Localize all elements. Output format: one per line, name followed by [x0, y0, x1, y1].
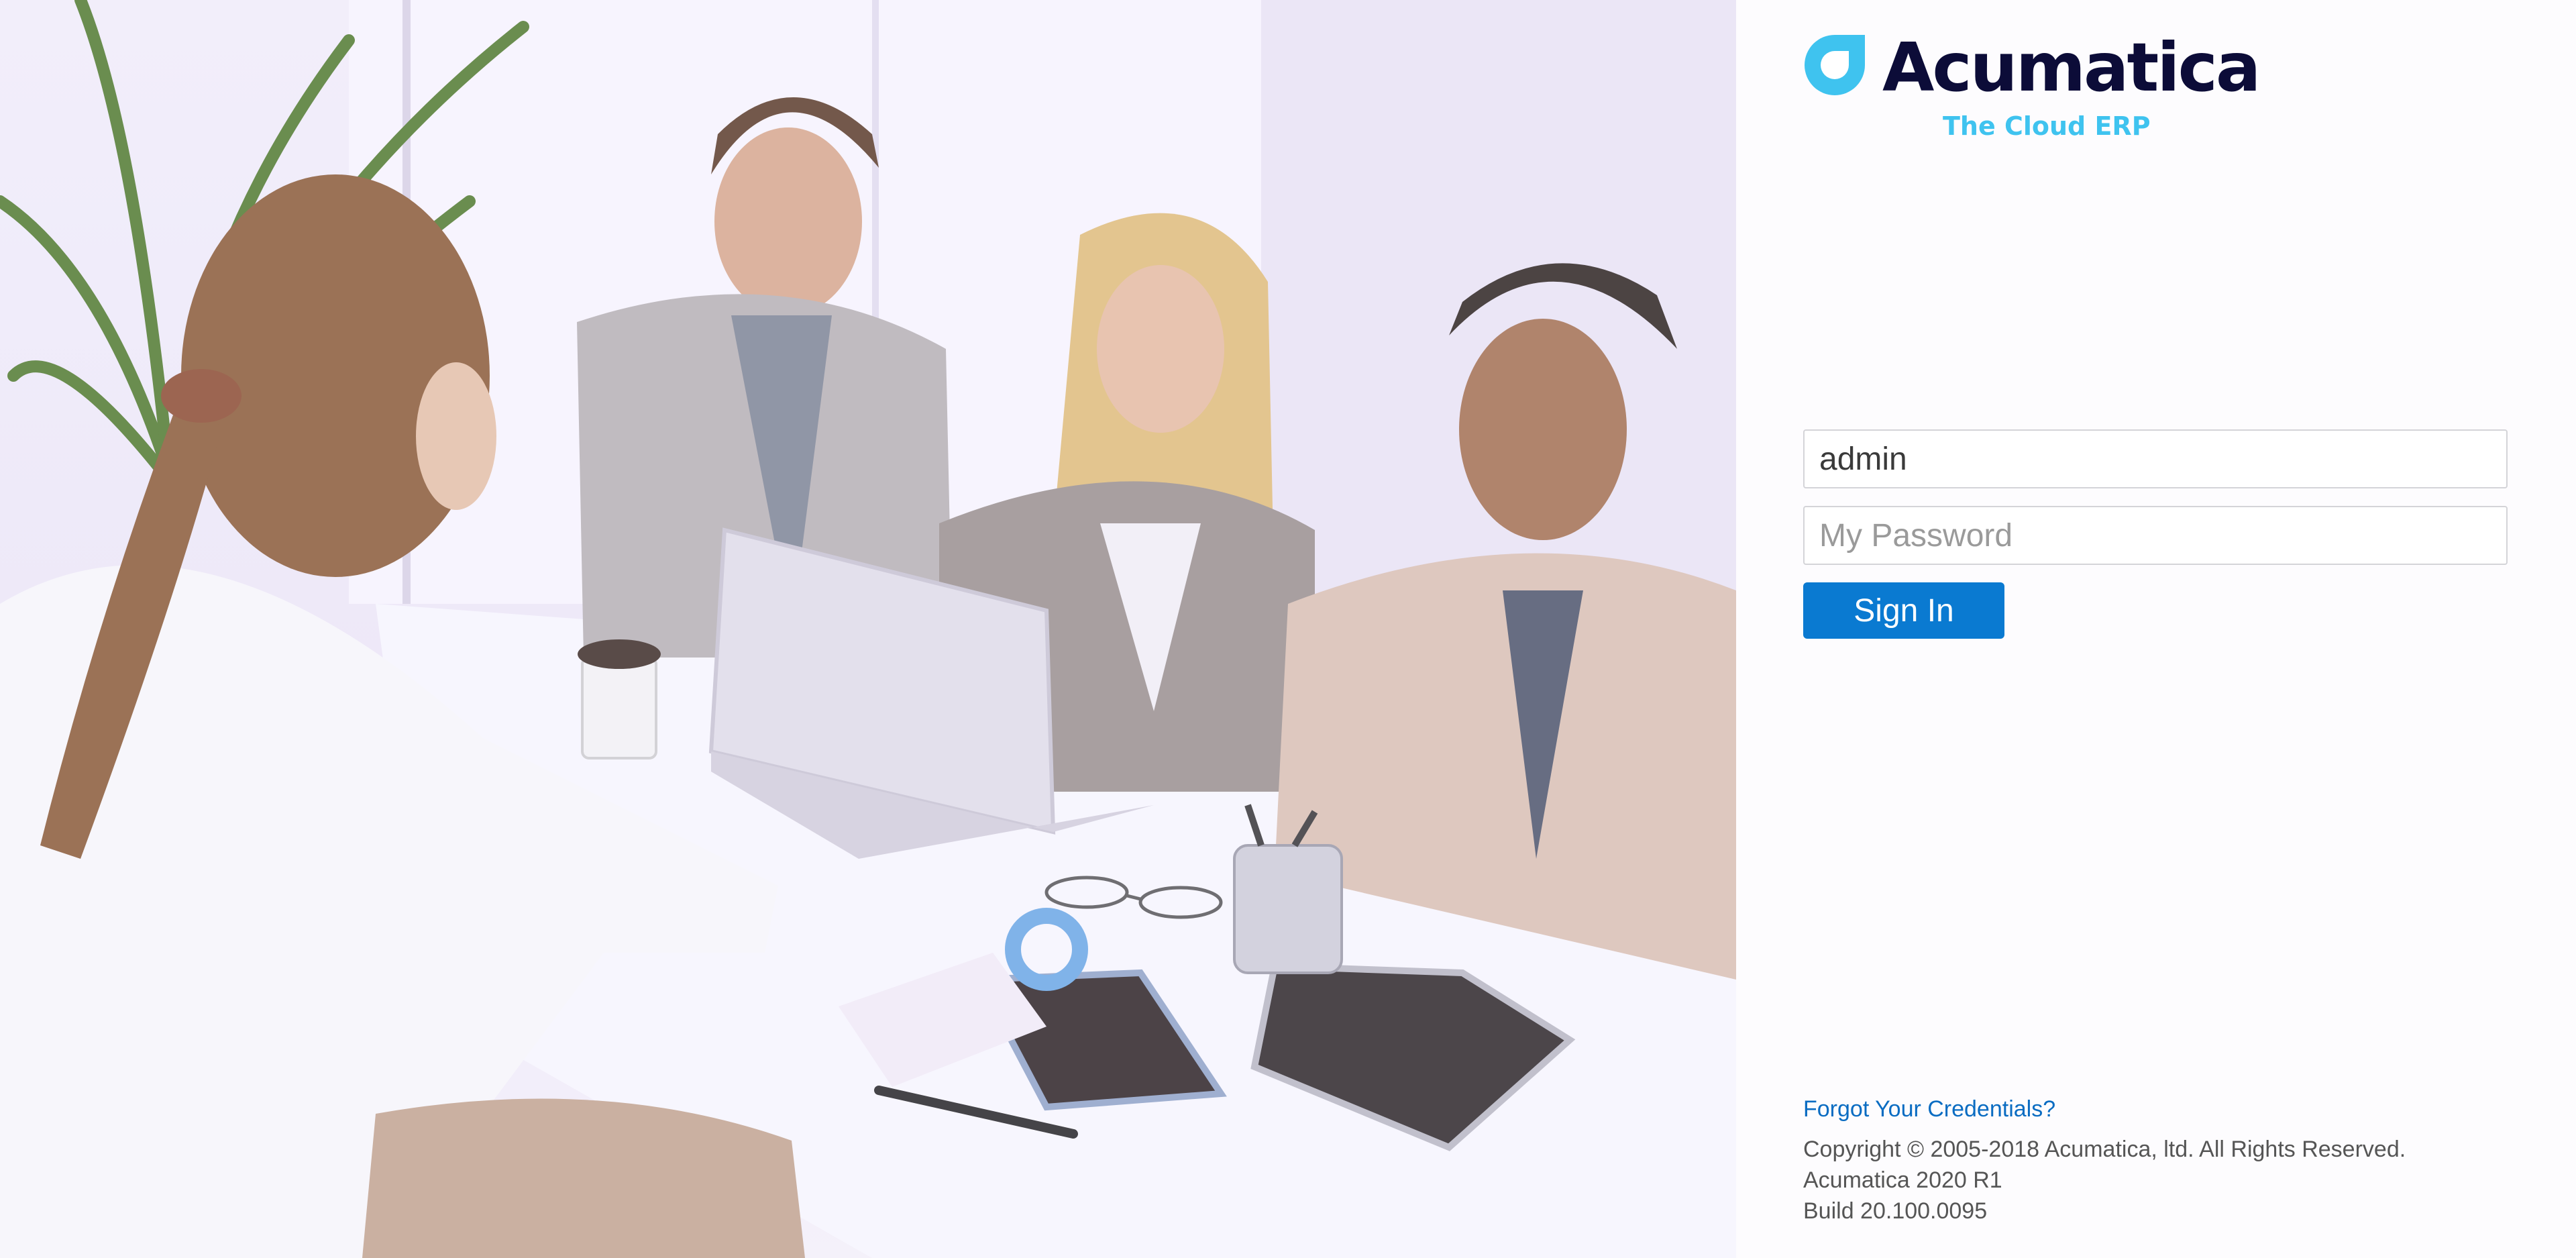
acumatica-logo-icon: [1805, 35, 1865, 95]
username-input[interactable]: [1803, 429, 2508, 488]
login-panel: Acumatica The Cloud ERP Sign In Forgot Y…: [1736, 0, 2576, 1258]
brand-logo: Acumatica The Cloud ERP: [1803, 28, 2261, 145]
photo-tint: [0, 0, 1736, 1258]
brand-name: Acumatica: [1882, 28, 2261, 107]
sign-in-button[interactable]: Sign In: [1803, 582, 2004, 639]
brand-tagline: The Cloud ERP: [1943, 111, 2151, 141]
photo-illustration: [0, 0, 1736, 1258]
build-text: Build 20.100.0095: [1803, 1198, 1988, 1224]
office-meeting-photo: [0, 0, 1736, 1258]
version-text: Acumatica 2020 R1: [1803, 1167, 2002, 1193]
forgot-credentials-link[interactable]: Forgot Your Credentials?: [1803, 1096, 2055, 1122]
login-page: Acumatica The Cloud ERP Sign In Forgot Y…: [0, 0, 2576, 1258]
copyright-text: Copyright © 2005-2018 Acumatica, ltd. Al…: [1803, 1137, 2406, 1162]
password-input[interactable]: [1803, 506, 2508, 565]
